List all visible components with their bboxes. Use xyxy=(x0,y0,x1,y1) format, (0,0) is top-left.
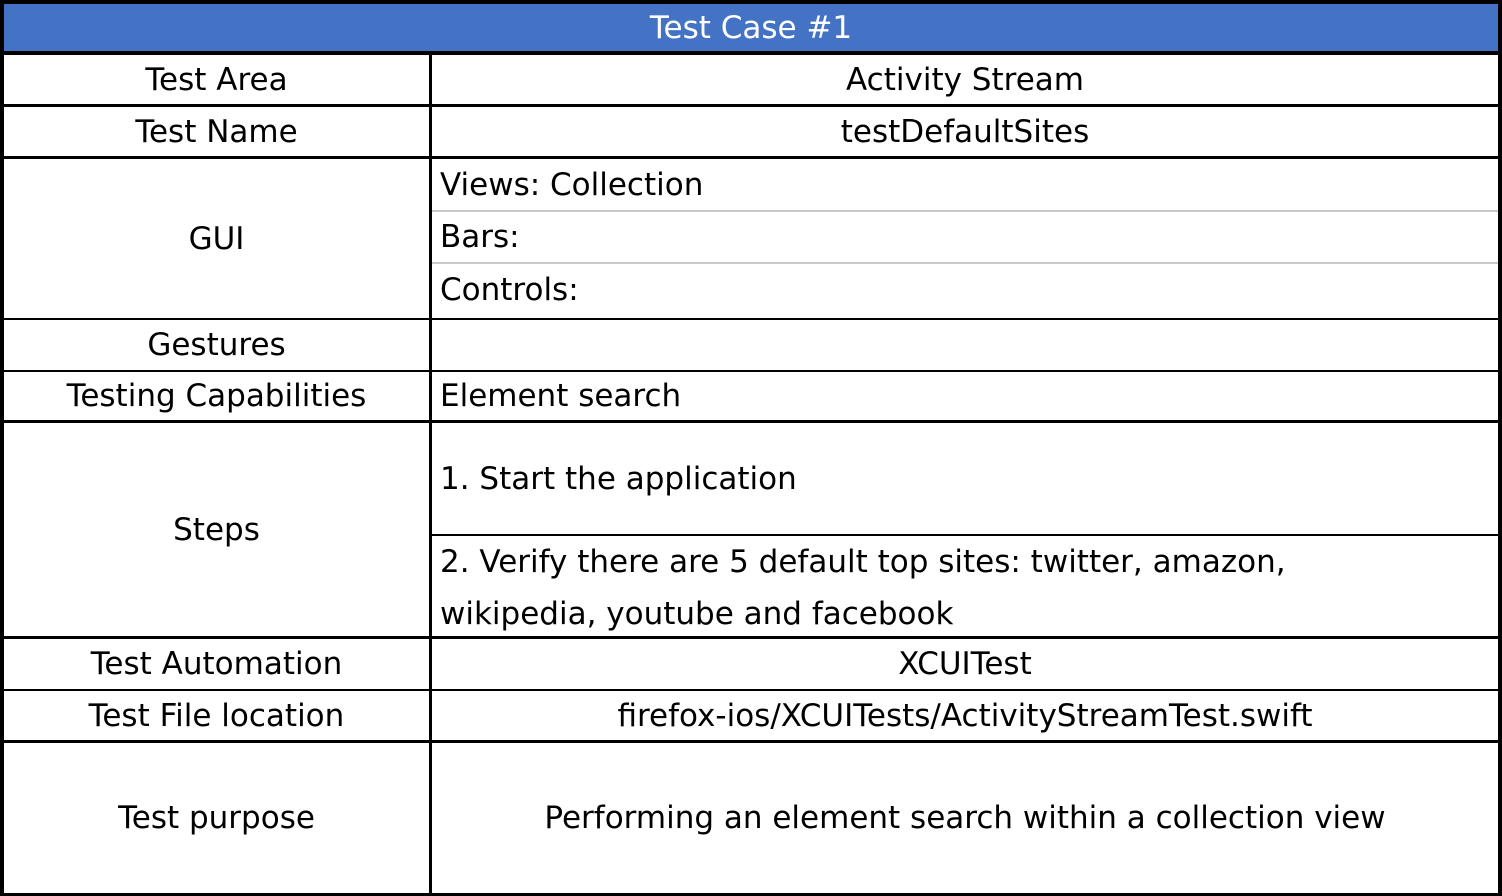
test-automation-value: XCUITest xyxy=(898,646,1032,682)
test-area-value: Activity Stream xyxy=(846,62,1084,98)
test-case-table: Test Case #1 Test Area Activity Stream T… xyxy=(0,0,1502,896)
test-file-location-value: firefox-ios/XCUITests/ActivityStreamTest… xyxy=(617,697,1313,734)
testing-capabilities-label: Testing Capabilities xyxy=(66,378,367,414)
step-1: 1. Start the application xyxy=(440,460,797,497)
steps-label: Steps xyxy=(173,511,260,548)
test-purpose-value: Performing an element search within a co… xyxy=(544,800,1386,836)
test-file-location-label: Test File location xyxy=(88,697,345,734)
test-area-label: Test Area xyxy=(145,62,288,98)
gui-label: GUI xyxy=(188,220,245,257)
gui-controls: Controls: xyxy=(440,272,579,308)
test-name-label: Test Name xyxy=(135,114,298,150)
table-title: Test Case #1 xyxy=(0,0,1502,54)
step-2: 2. Verify there are 5 default top sites:… xyxy=(440,544,1286,632)
testing-capabilities-value: Element search xyxy=(440,378,682,414)
gui-views: Views: Collection xyxy=(440,166,704,203)
test-purpose-label: Test purpose xyxy=(118,800,315,836)
test-name-value: testDefaultSites xyxy=(840,114,1090,150)
grid-line xyxy=(1498,0,1502,896)
gestures-value xyxy=(432,320,1498,370)
test-automation-label: Test Automation xyxy=(90,646,343,682)
grid-line xyxy=(0,0,1502,4)
gui-bars: Bars: xyxy=(440,219,520,255)
gestures-label: Gestures xyxy=(147,327,286,363)
